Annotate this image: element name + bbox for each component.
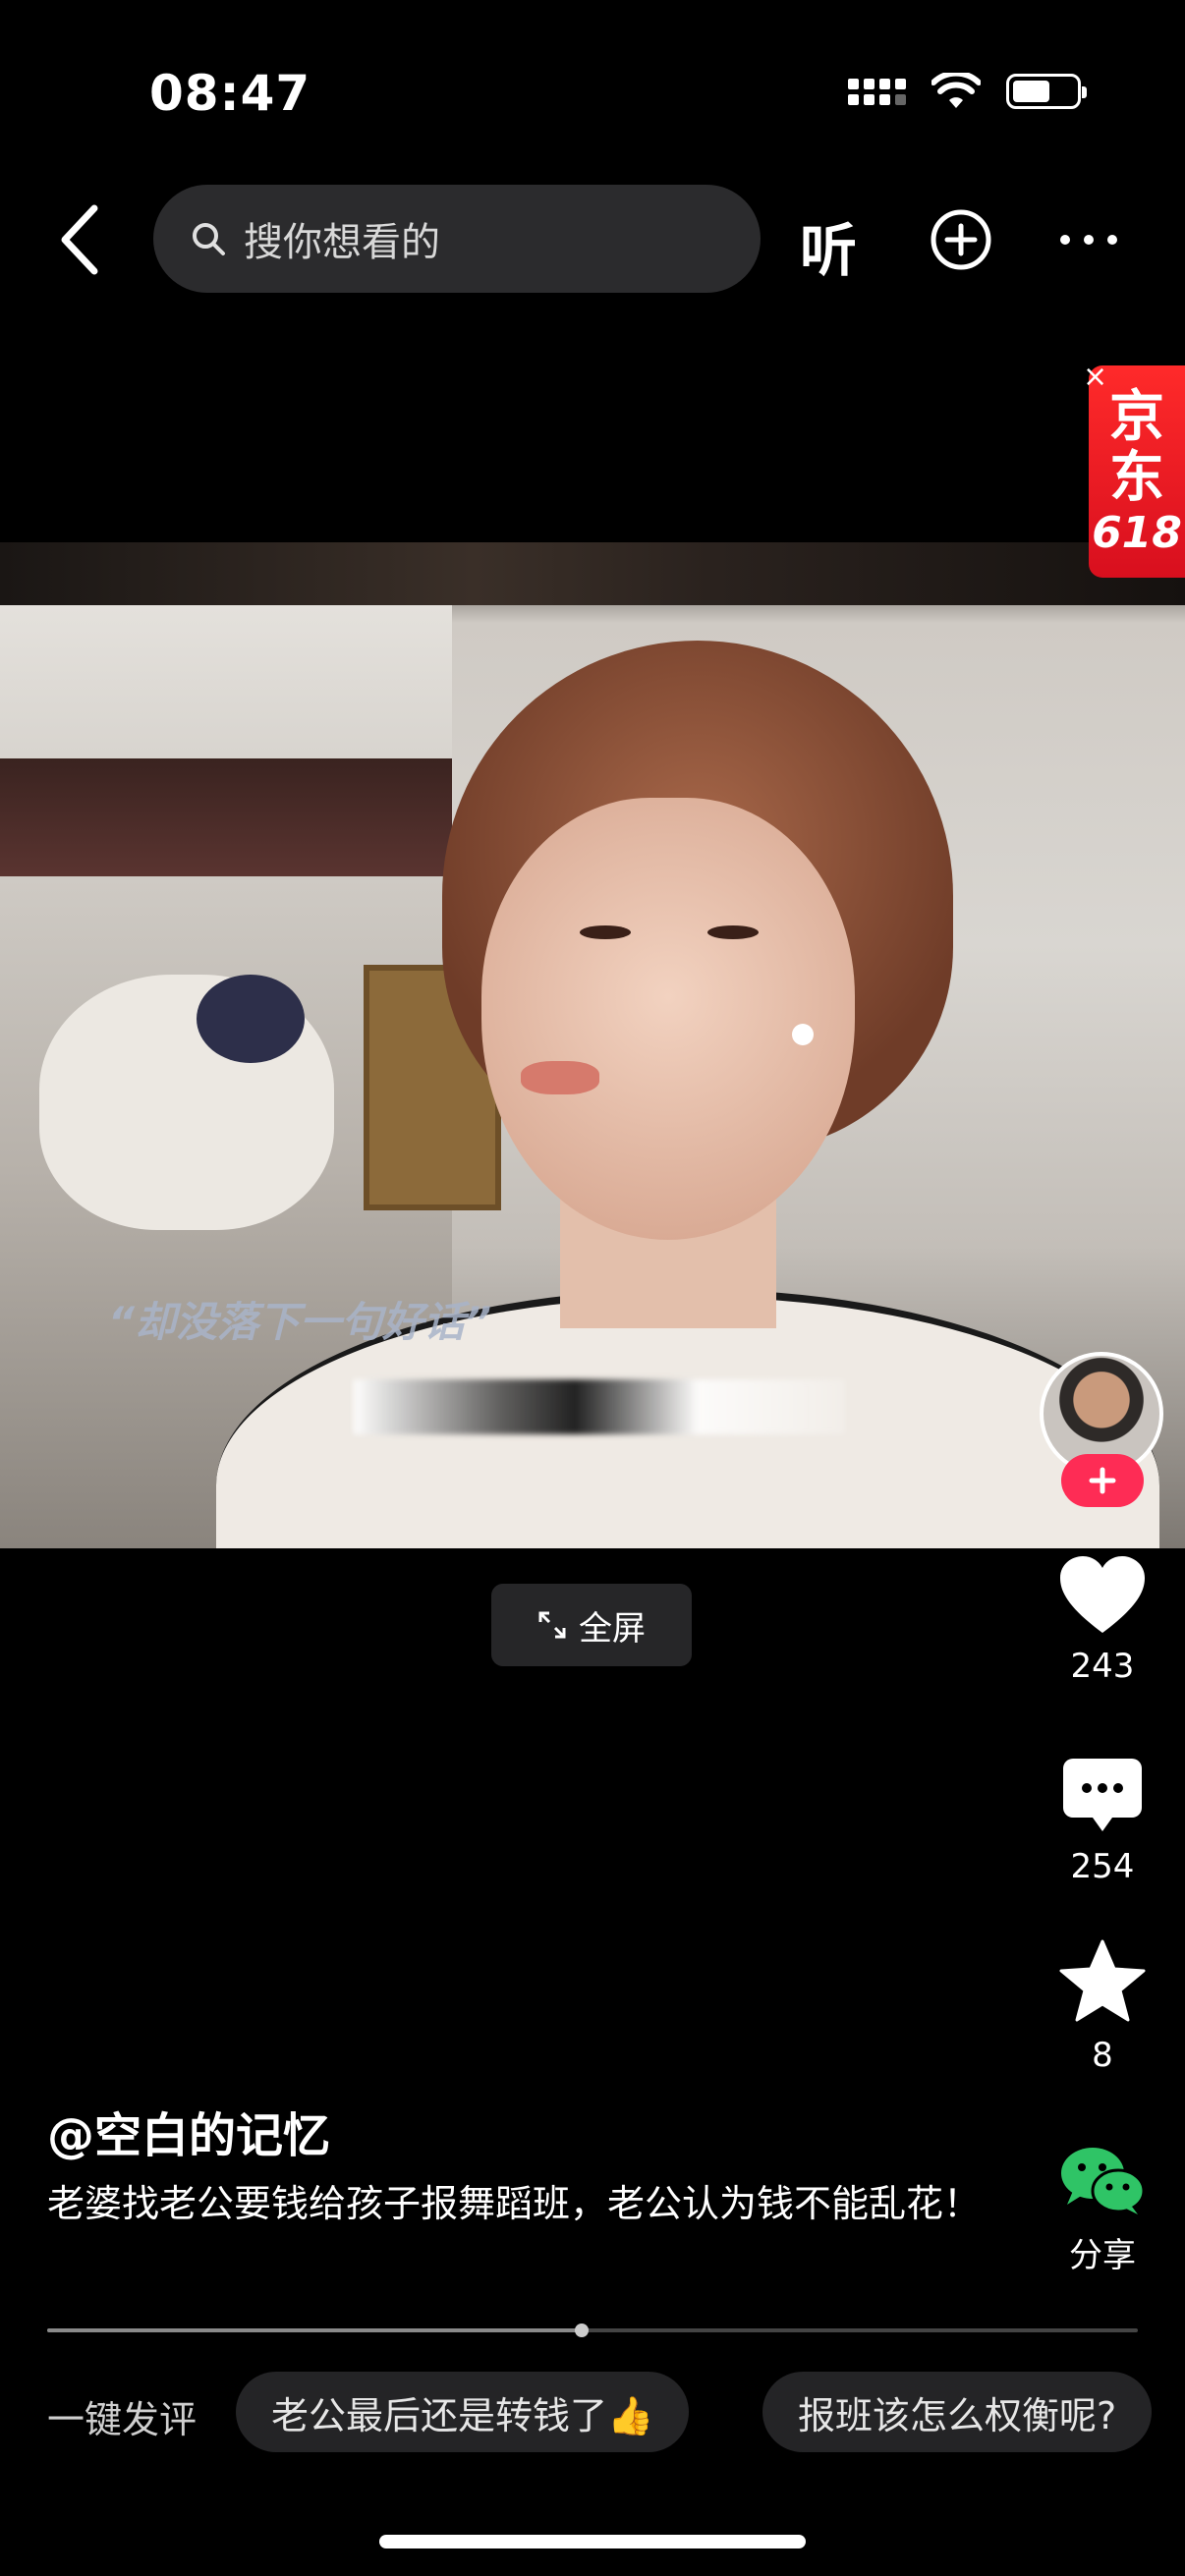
person-face [481,798,855,1240]
video-subtitle: “却没落下一句好话” [108,1298,492,1346]
expand-icon [538,1611,566,1639]
status-icons [848,73,1087,110]
fullscreen-button[interactable]: 全屏 [491,1584,692,1666]
back-button[interactable] [55,202,110,277]
comment-count: 254 [1070,1847,1135,1886]
listen-button[interactable]: 听 [800,204,857,287]
comment-button[interactable]: 254 [1042,1757,1163,1886]
search-placeholder: 搜你想看的 [244,220,440,265]
video-description: 老婆找老公要钱给孩子报舞蹈班，老公认为钱不能乱花！ [47,2182,982,2225]
home-indicator[interactable] [379,2535,806,2548]
author-name[interactable]: @空白的记忆 [47,2097,330,2165]
progress-bar[interactable] [47,2324,1138,2337]
share-button[interactable]: 分享 [1042,2146,1163,2276]
wechat-icon [1061,2148,1146,2214]
like-button[interactable]: 243 [1042,1554,1163,1686]
status-time: 08:47 [149,65,311,122]
search-icon [193,223,225,255]
ad-banner[interactable]: 京 东 618 [1089,365,1185,578]
like-count: 243 [1070,1647,1135,1686]
quick-comment-label: 一键发评 [47,2398,198,2441]
video-player[interactable]: “却没落下一句好话” [0,542,1185,1548]
add-button[interactable] [930,208,992,271]
share-label: 分享 [1069,2236,1136,2275]
earring [792,1024,814,1045]
progress-fill [47,2328,582,2332]
heart-icon [1060,1556,1145,1633]
quick-comment-chip[interactable]: 老公最后还是转钱了👍 [236,2372,690,2452]
progress-thumb[interactable] [574,2324,589,2337]
star-icon [1059,1939,1146,2022]
ad-close-button[interactable]: × [1083,360,1107,394]
cellular-signal-icon [848,78,906,105]
follow-button[interactable] [1061,1454,1144,1507]
more-options-button[interactable] [1057,222,1120,257]
plus-icon [1089,1467,1116,1494]
search-input[interactable]: 搜你想看的 [153,185,761,293]
favorite-count: 8 [1092,2036,1113,2075]
comment-icon [1063,1759,1142,1831]
quick-comment-chip[interactable]: 报班该怎么权衡呢? [762,2372,1153,2452]
wifi-icon [931,73,981,108]
favorite-button[interactable]: 8 [1042,1939,1163,2075]
battery-icon [1006,74,1087,109]
blurred-caption [354,1379,845,1434]
